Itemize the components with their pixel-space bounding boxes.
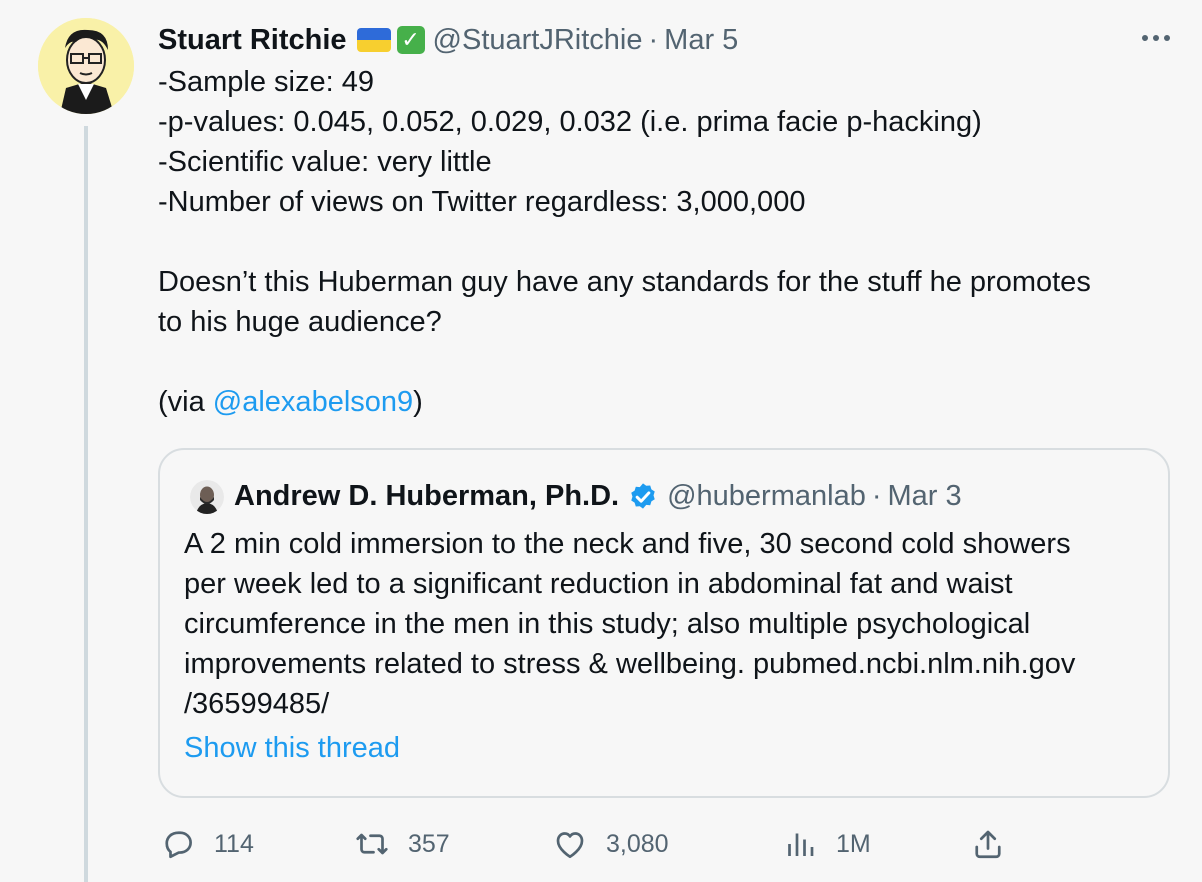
author-name[interactable]: Stuart Ritchie — [158, 24, 347, 57]
heart-icon — [556, 832, 584, 859]
views-bars-icon — [788, 833, 814, 856]
quoted-text-line: circumference in the men in this study; … — [184, 608, 1031, 640]
quoted-tweet-header: Andrew D. Huberman, Ph.D. @hubermanlab ·… — [234, 476, 962, 516]
thread-line — [84, 126, 88, 882]
quoted-tweet[interactable]: Andrew D. Huberman, Ph.D. @hubermanlab ·… — [158, 448, 1170, 798]
quoted-author-handle[interactable]: @hubermanlab — [667, 480, 866, 513]
retweet-button[interactable]: 357 — [354, 822, 450, 866]
reply-button[interactable]: 114 — [160, 822, 254, 866]
quoted-text-line: /36599485/ — [184, 688, 330, 720]
via-suffix: ) — [413, 386, 423, 418]
show-thread-link[interactable]: Show this thread — [184, 732, 400, 765]
tweet-header: Stuart Ritchie ✓ @StuartJRitchie · Mar 5 — [158, 20, 738, 60]
share-upload-icon — [975, 830, 1001, 859]
reply-count: 114 — [214, 829, 254, 858]
body-line: -p-values: 0.045, 0.052, 0.029, 0.032 (i… — [158, 106, 982, 138]
quoted-text-line: improvements related to stress & wellbei… — [184, 648, 1076, 680]
body-line: -Number of views on Twitter regardless: … — [158, 186, 806, 218]
via-prefix: (via — [158, 386, 213, 418]
tweet-body: -Sample size: 49 -p-values: 0.045, 0.052… — [158, 62, 1168, 422]
via-line: (via @alexabelson9) — [158, 382, 1168, 422]
reply-bubble-icon — [165, 831, 192, 859]
body-line: to his huge audience? — [158, 306, 442, 338]
verified-badge-icon — [627, 480, 659, 512]
via-mention-link[interactable]: @alexabelson9 — [213, 386, 413, 418]
tweet-actions: 114 357 3,080 1M — [158, 822, 1178, 866]
header-separator: · — [648, 23, 659, 56]
quoted-author-avatar[interactable] — [190, 480, 224, 514]
tweet: Stuart Ritchie ✓ @StuartJRitchie · Mar 5… — [0, 0, 1202, 882]
check-mark-icon: ✓ — [396, 26, 425, 54]
views-button[interactable]: 1M — [782, 822, 871, 866]
quoted-author-name[interactable]: Andrew D. Huberman, Ph.D. — [234, 480, 619, 513]
tweet-date[interactable]: Mar 5 — [664, 24, 738, 57]
body-line: -Sample size: 49 — [158, 66, 374, 98]
retweet-count: 357 — [408, 829, 450, 858]
quoted-text-line: per week led to a significant reduction … — [184, 568, 1013, 600]
body-blank-line — [158, 222, 1168, 262]
views-count: 1M — [836, 829, 871, 858]
cartoon-portrait-icon — [38, 18, 134, 114]
quoted-text-line: A 2 min cold immersion to the neck and f… — [184, 528, 1071, 560]
like-button[interactable]: 3,080 — [552, 822, 669, 866]
quoted-tweet-text: A 2 min cold immersion to the neck and f… — [184, 524, 1154, 724]
more-horizontal-icon — [1142, 35, 1170, 41]
more-options-button[interactable] — [1138, 22, 1174, 54]
quoted-tweet-date[interactable]: Mar 3 — [888, 480, 962, 513]
like-count: 3,080 — [606, 829, 669, 858]
retweet-icon — [356, 833, 388, 855]
author-handle[interactable]: @StuartJRitchie — [433, 24, 643, 57]
body-line: -Scientific value: very little — [158, 146, 492, 178]
author-avatar[interactable] — [38, 18, 134, 114]
share-button[interactable] — [970, 822, 1006, 866]
ukraine-flag-icon — [356, 28, 391, 52]
portrait-photo-icon — [190, 480, 224, 514]
body-blank-line — [158, 342, 1168, 382]
quoted-header-separator: · — [871, 479, 882, 512]
body-line: Doesn’t this Huberman guy have any stand… — [158, 266, 1091, 298]
